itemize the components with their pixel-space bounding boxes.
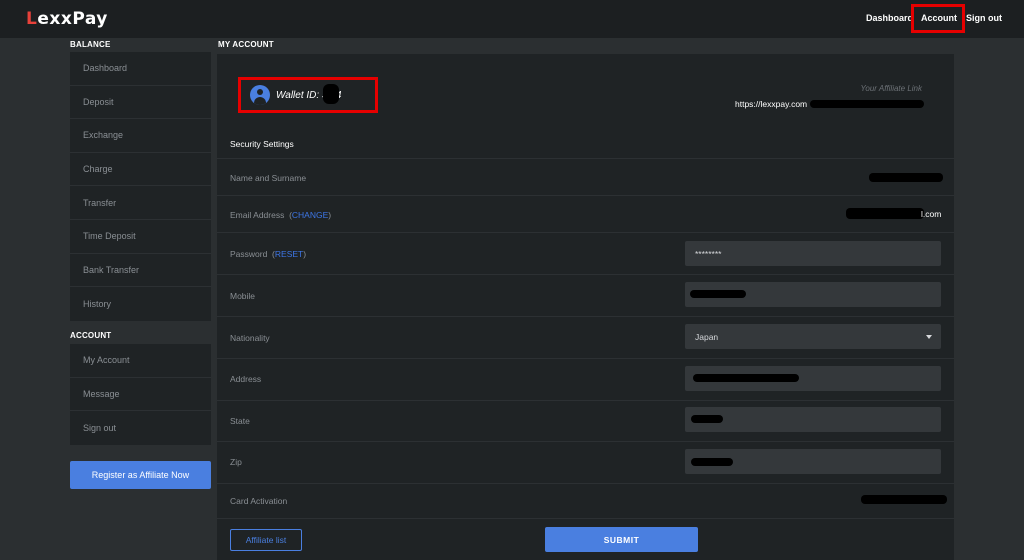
affiliate-link-label: Your Affiliate Link bbox=[860, 84, 922, 93]
register-affiliate-button[interactable]: Register as Affiliate Now bbox=[70, 461, 211, 489]
sidebar-item-charge[interactable]: Charge bbox=[70, 153, 211, 187]
state-field[interactable] bbox=[685, 407, 941, 432]
password-masked-value: ******** bbox=[695, 248, 722, 259]
mobile-label: Mobile bbox=[230, 291, 256, 301]
sidebar-item-time-deposit[interactable]: Time Deposit bbox=[70, 220, 211, 254]
affiliate-link-redaction bbox=[810, 100, 924, 108]
affiliate-list-button[interactable]: Affiliate list bbox=[230, 529, 302, 551]
logo-letters-exx: exx bbox=[37, 9, 73, 29]
footer-divider bbox=[217, 518, 954, 519]
nationality-row: Nationality Japan bbox=[217, 316, 954, 358]
sidebar-item-deposit[interactable]: Deposit bbox=[70, 86, 211, 120]
nav-dashboard-link[interactable]: Dashboard bbox=[866, 13, 913, 23]
email-row: Email Address (CHANGE) l.com bbox=[217, 195, 954, 232]
lexxpay-logo[interactable]: LexxPay bbox=[26, 9, 108, 29]
email-redaction bbox=[846, 208, 924, 219]
sidebar-item-history[interactable]: History bbox=[70, 287, 211, 321]
address-label: Address bbox=[230, 374, 262, 384]
sidebar-item-exchange[interactable]: Exchange bbox=[70, 119, 211, 153]
sidebar-item-sign-out[interactable]: Sign out bbox=[70, 411, 211, 445]
affiliate-link-prefix: https://lexxpay.com bbox=[735, 99, 808, 109]
nav-sign-out-link[interactable]: Sign out bbox=[966, 13, 1002, 23]
wallet-id-highlight-box: Wallet ID: 3 74 bbox=[238, 77, 378, 113]
sidebar-item-my-account[interactable]: My Account bbox=[70, 344, 211, 378]
state-label: State bbox=[230, 416, 250, 426]
password-label: Password (RESET) bbox=[230, 249, 307, 259]
zip-redaction bbox=[691, 458, 733, 466]
zip-field[interactable] bbox=[685, 449, 941, 474]
affiliate-link[interactable]: https://lexxpay.com bbox=[735, 99, 807, 109]
account-highlight-box bbox=[911, 4, 965, 33]
password-reset-link[interactable]: RESET bbox=[275, 249, 303, 259]
account-section-title: ACCOUNT bbox=[70, 331, 112, 340]
password-label-text: Password bbox=[230, 249, 268, 259]
mobile-field[interactable] bbox=[685, 282, 941, 307]
logo-letter-l: L bbox=[26, 9, 38, 29]
card-activation-row: Card Activation bbox=[217, 483, 954, 518]
chevron-down-icon bbox=[926, 335, 932, 339]
card-activation-redaction bbox=[861, 495, 947, 504]
name-label: Name and Surname bbox=[230, 173, 307, 183]
name-row: Name and Surname bbox=[217, 158, 954, 195]
password-field[interactable]: ******** bbox=[685, 241, 941, 266]
email-label-text: Email Address bbox=[230, 210, 285, 220]
top-bar: LexxPay Dashboard Account Sign out bbox=[0, 0, 1024, 38]
security-settings-heading: Security Settings bbox=[230, 139, 294, 149]
state-redaction bbox=[691, 415, 723, 423]
zip-row: Zip bbox=[217, 441, 954, 483]
address-row: Address bbox=[217, 358, 954, 400]
name-redaction bbox=[869, 173, 943, 182]
zip-label: Zip bbox=[230, 457, 242, 467]
sidebar-item-transfer[interactable]: Transfer bbox=[70, 186, 211, 220]
account-menu: My Account Message Sign out bbox=[70, 344, 211, 445]
nationality-label: Nationality bbox=[230, 333, 270, 343]
balance-section-title: BALANCE bbox=[70, 40, 111, 49]
nationality-select[interactable]: Japan bbox=[685, 324, 941, 349]
sidebar-item-dashboard[interactable]: Dashboard bbox=[70, 52, 211, 86]
mobile-row: Mobile bbox=[217, 274, 954, 316]
wallet-id-redaction bbox=[323, 84, 339, 104]
my-account-panel: Wallet ID: 3 74 Your Affiliate Link http… bbox=[217, 54, 954, 560]
address-field[interactable] bbox=[685, 366, 941, 391]
sidebar-item-message[interactable]: Message bbox=[70, 378, 211, 412]
password-row: Password (RESET) ******** bbox=[217, 232, 954, 274]
mobile-redaction bbox=[690, 290, 746, 298]
email-value-suffix: l.com bbox=[921, 209, 942, 219]
logo-word-pay: Pay bbox=[72, 9, 108, 29]
submit-button[interactable]: SUBMIT bbox=[545, 527, 698, 552]
nationality-selected-value: Japan bbox=[695, 331, 719, 342]
balance-menu: Dashboard Deposit Exchange Charge Transf… bbox=[70, 52, 211, 321]
user-avatar-icon bbox=[250, 85, 270, 105]
email-change-link[interactable]: CHANGE bbox=[292, 210, 328, 220]
email-label: Email Address (CHANGE) bbox=[230, 210, 332, 220]
sidebar-item-bank-transfer[interactable]: Bank Transfer bbox=[70, 254, 211, 288]
my-account-title: MY ACCOUNT bbox=[218, 40, 274, 49]
card-activation-label: Card Activation bbox=[230, 496, 288, 506]
address-redaction bbox=[693, 374, 799, 382]
state-row: State bbox=[217, 400, 954, 441]
